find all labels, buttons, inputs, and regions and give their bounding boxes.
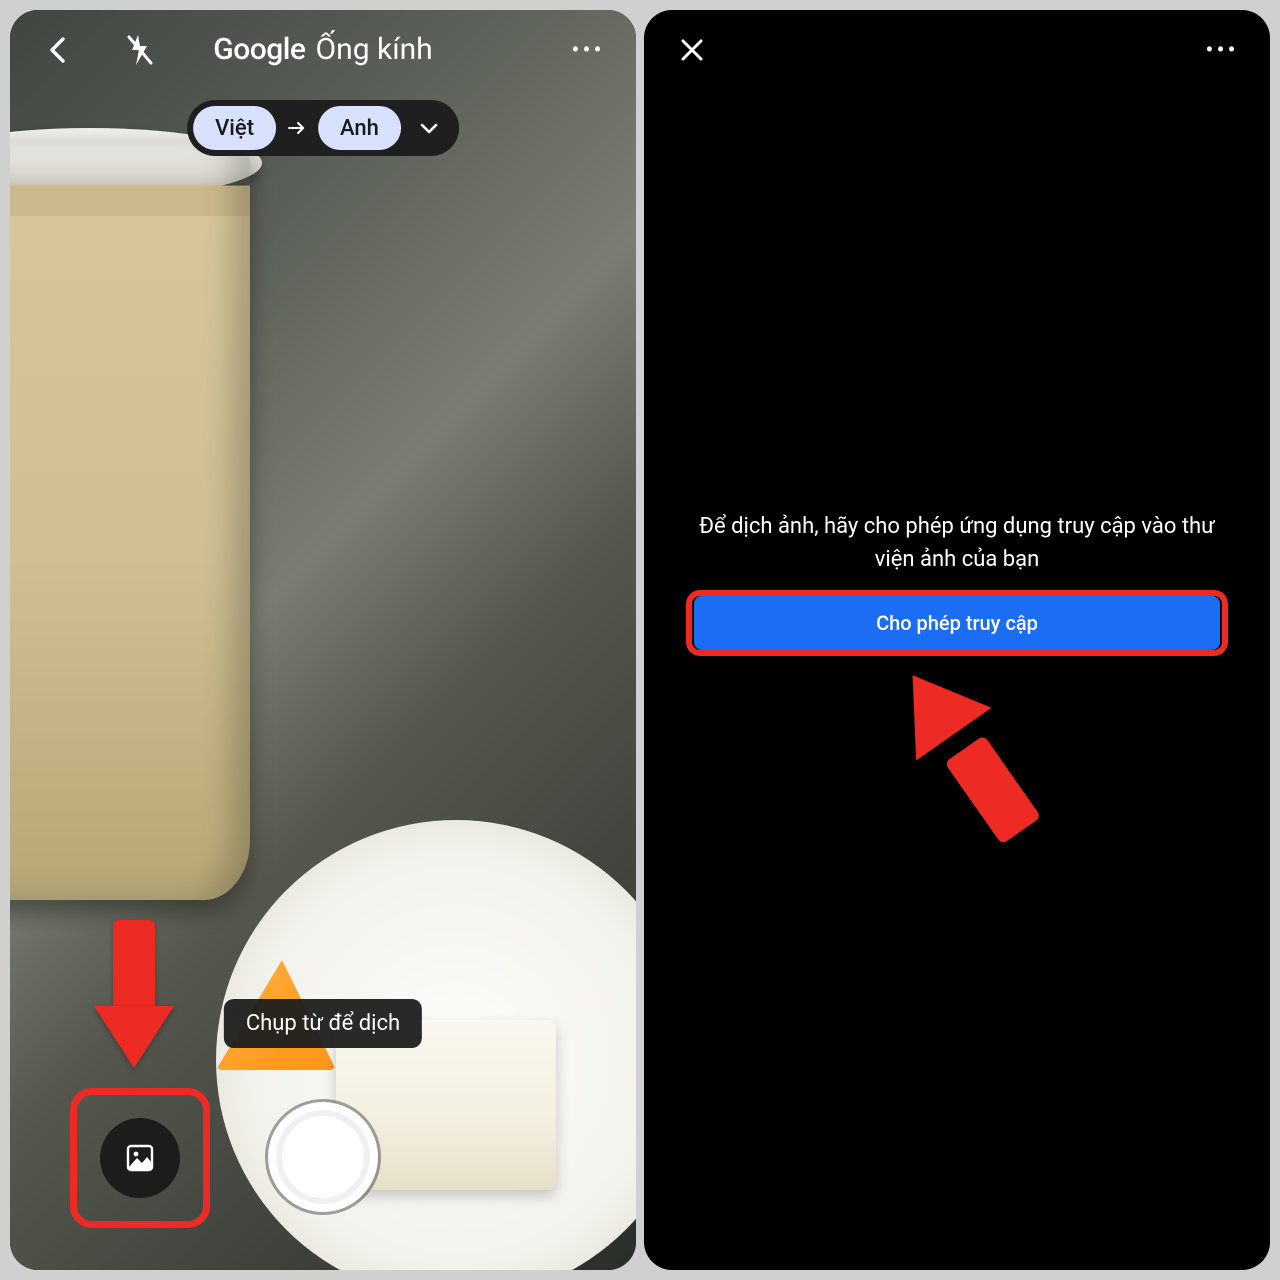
target-language-chip[interactable]: Anh xyxy=(318,106,401,150)
allow-access-button[interactable]: Cho phép truy cập xyxy=(694,596,1220,650)
title-text: Ống kính xyxy=(315,32,432,67)
flash-off-button[interactable] xyxy=(120,30,160,70)
tooltip-text: Chụp từ để dịch xyxy=(246,1011,400,1036)
more-options-button-right[interactable]: ••• xyxy=(1202,30,1242,70)
photo-cup xyxy=(10,140,250,900)
source-language-chip[interactable]: Việt xyxy=(193,106,276,150)
source-language-label: Việt xyxy=(215,116,254,141)
brand-text: Google xyxy=(213,32,305,67)
phone-left-google-lens: Google Ống kính ••• Việt Anh xyxy=(10,10,636,1270)
language-selector[interactable]: Việt Anh xyxy=(187,100,459,156)
expand-languages-button[interactable] xyxy=(409,121,453,135)
capture-hint-tooltip: Chụp từ để dịch xyxy=(224,999,422,1048)
close-button[interactable] xyxy=(672,30,712,70)
allow-access-label: Cho phép truy cập xyxy=(876,611,1038,635)
image-icon xyxy=(125,1143,155,1173)
gallery-button[interactable] xyxy=(100,1118,180,1198)
more-options-button[interactable]: ••• xyxy=(568,30,608,70)
chevron-left-icon xyxy=(47,36,69,64)
flash-off-icon xyxy=(125,33,155,67)
annotation-arrow-upleft xyxy=(843,626,1091,879)
back-button[interactable] xyxy=(38,30,78,70)
chevron-down-icon xyxy=(419,121,439,135)
app-title: Google Ống kính xyxy=(213,32,432,67)
top-bar-right: ••• xyxy=(644,10,1270,90)
arrow-right-icon xyxy=(284,121,310,135)
screenshot-pair: Google Ống kính ••• Việt Anh xyxy=(0,0,1280,1280)
permission-message-text: Để dịch ảnh, hãy cho phép ứng dụng truy … xyxy=(699,514,1215,572)
top-bar: Google Ống kính ••• xyxy=(10,10,636,90)
phone-right-permission: ••• Để dịch ảnh, hãy cho phép ứng dụng t… xyxy=(644,10,1270,1270)
permission-message: Để dịch ảnh, hãy cho phép ứng dụng truy … xyxy=(644,510,1270,576)
more-horizontal-icon: ••• xyxy=(571,36,604,64)
more-horizontal-icon: ••• xyxy=(1205,36,1238,64)
target-language-label: Anh xyxy=(340,116,379,141)
close-icon xyxy=(679,37,705,63)
shutter-button[interactable] xyxy=(268,1102,378,1212)
